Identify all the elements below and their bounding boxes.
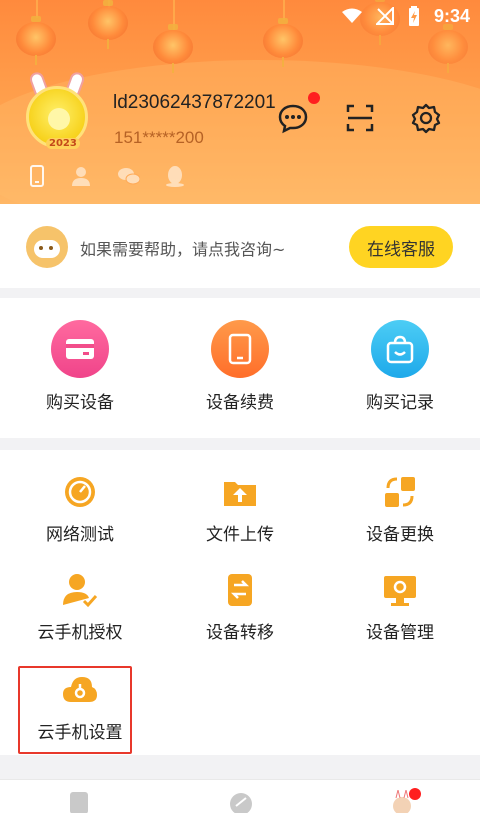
user-phone: 151*****200	[114, 128, 204, 147]
item-label: 设备管理	[366, 623, 434, 643]
message-unread-dot	[308, 92, 320, 104]
nav-profile-badge-dot	[409, 788, 421, 800]
file-upload-item[interactable]: 文件上传	[160, 474, 320, 545]
binding-icons	[26, 165, 186, 187]
nav-device-icon[interactable]	[66, 790, 92, 813]
item-label: 购买设备	[46, 393, 114, 413]
profile-header: 9:34 2023 ld23062437872201 151*****200	[0, 0, 480, 204]
user-check-icon	[63, 574, 98, 608]
purchase-card: 购买设备 设备续费 购买记录	[0, 298, 480, 438]
assistant-bot-icon	[26, 226, 68, 268]
device-management-item[interactable]: 设备管理	[320, 572, 480, 643]
item-label: 设备转移	[206, 623, 274, 643]
selection-highlight-box	[18, 666, 132, 754]
signal-icon	[375, 7, 394, 25]
transfer-icon	[228, 574, 252, 606]
device-transfer-item[interactable]: 设备转移	[160, 572, 320, 643]
help-text[interactable]: 如果需要帮助，请点我咨询~	[80, 236, 285, 260]
device-renewal-item[interactable]: 设备续费	[160, 320, 320, 413]
card-icon	[51, 320, 109, 378]
qq-icon[interactable]	[164, 165, 186, 187]
network-test-item[interactable]: 网络测试	[0, 474, 160, 545]
item-label: 网络测试	[46, 525, 114, 545]
item-label: 文件上传	[206, 525, 274, 545]
battery-icon	[408, 6, 419, 26]
help-bar: 如果需要帮助，请点我咨询~ 在线客服	[0, 204, 480, 288]
phone-bind-icon[interactable]	[26, 165, 48, 187]
wechat-icon[interactable]	[118, 165, 140, 187]
avatar-year-badge: 2023	[46, 138, 80, 149]
item-label: 设备续费	[206, 393, 274, 413]
lantern-decoration	[88, 0, 128, 49]
upload-folder-icon	[224, 482, 256, 506]
status-time: 9:34	[433, 5, 470, 26]
scan-icon[interactable]	[344, 102, 376, 134]
lantern-decoration	[153, 24, 193, 73]
item-label: 购买记录	[366, 393, 434, 413]
purchase-record-item[interactable]: 购买记录	[320, 320, 480, 413]
user-bind-icon[interactable]	[72, 165, 94, 187]
monitor-gear-icon	[384, 576, 416, 606]
shopping-bag-icon	[371, 320, 429, 378]
message-icon[interactable]	[277, 102, 309, 134]
lantern-decoration	[263, 18, 303, 67]
speedometer-icon	[65, 477, 95, 507]
swap-icon	[385, 477, 415, 507]
status-bar: 9:34	[341, 4, 470, 28]
buy-device-item[interactable]: 购买设备	[0, 320, 160, 413]
online-service-button[interactable]: 在线客服	[349, 226, 453, 268]
nav-discover-icon[interactable]	[228, 790, 254, 813]
lantern-decoration	[16, 16, 56, 65]
cloud-phone-auth-item[interactable]: 云手机授权	[0, 572, 160, 643]
settings-gear-icon[interactable]	[410, 102, 442, 134]
user-id: ld23062437872201	[113, 92, 276, 113]
item-label: 云手机授权	[37, 623, 123, 643]
item-label: 设备更换	[366, 525, 434, 545]
avatar[interactable]: 2023	[22, 70, 92, 152]
device-replace-item[interactable]: 设备更换	[320, 474, 480, 545]
wifi-icon	[341, 8, 362, 23]
bottom-nav	[0, 779, 480, 813]
tablet-icon	[211, 320, 269, 378]
lantern-decoration	[428, 24, 468, 73]
